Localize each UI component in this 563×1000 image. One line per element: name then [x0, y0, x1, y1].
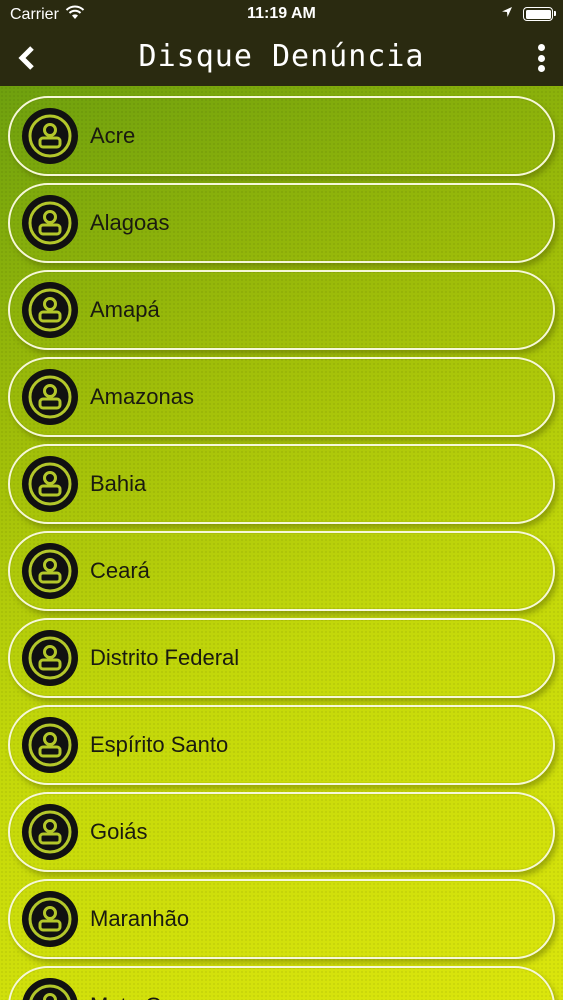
list-item[interactable]: Ceará: [8, 531, 555, 611]
list-item-label: Amazonas: [90, 384, 194, 409]
list-item-label: Ceará: [90, 558, 150, 583]
list-item-label: Maranhão: [90, 906, 190, 931]
user-icon: [22, 195, 78, 251]
user-icon: [22, 369, 78, 425]
more-vertical-icon: [537, 44, 545, 51]
list-item-label: Goiás: [90, 819, 148, 844]
list-item[interactable]: Distrito Federal: [8, 618, 555, 698]
list-item-label: Bahia: [90, 471, 147, 496]
user-icon: [22, 891, 78, 947]
list-item[interactable]: Maranhão: [8, 879, 555, 959]
page-title: Disque Denúncia: [138, 39, 425, 74]
list-item-label: Alagoas: [90, 210, 170, 235]
list-item[interactable]: Amazonas: [8, 357, 555, 437]
user-icon: [22, 978, 78, 1000]
list-item-label: Amapá: [90, 297, 160, 322]
list-item[interactable]: Acre: [8, 96, 555, 176]
user-icon: [22, 108, 78, 164]
user-icon: [22, 456, 78, 512]
list-item[interactable]: Mato Grosso: [8, 966, 555, 1000]
list-item-label: Espírito Santo: [90, 732, 229, 757]
list-item-label: Acre: [90, 123, 136, 148]
location-arrow-icon: [501, 5, 513, 23]
list-item[interactable]: Espírito Santo: [8, 705, 555, 785]
list-item[interactable]: Bahia: [8, 444, 555, 524]
more-options-button[interactable]: [535, 42, 547, 74]
state-list-container[interactable]: Acre Alagoas Amapá Amazonas Bahia Ceará Distri…: [0, 86, 563, 1000]
status-bar: Carrier 11:19 AM: [0, 0, 563, 30]
user-icon: [22, 543, 78, 599]
user-icon: [22, 630, 78, 686]
user-icon: [22, 717, 78, 773]
list-item[interactable]: Alagoas: [8, 183, 555, 263]
list-item-label: Mato Grosso: [90, 993, 216, 1000]
user-icon: [22, 282, 78, 338]
navigation-bar: Disque Denúncia: [0, 30, 563, 86]
battery-icon: [523, 7, 556, 21]
clock: 11:19 AM: [247, 5, 316, 22]
user-icon: [22, 804, 78, 860]
list-item[interactable]: Amapá: [8, 270, 555, 350]
list-item-label: Distrito Federal: [90, 645, 240, 670]
list-item[interactable]: Goiás: [8, 792, 555, 872]
state-list: Acre Alagoas Amapá Amazonas Bahia Ceará Distri…: [0, 86, 563, 1000]
